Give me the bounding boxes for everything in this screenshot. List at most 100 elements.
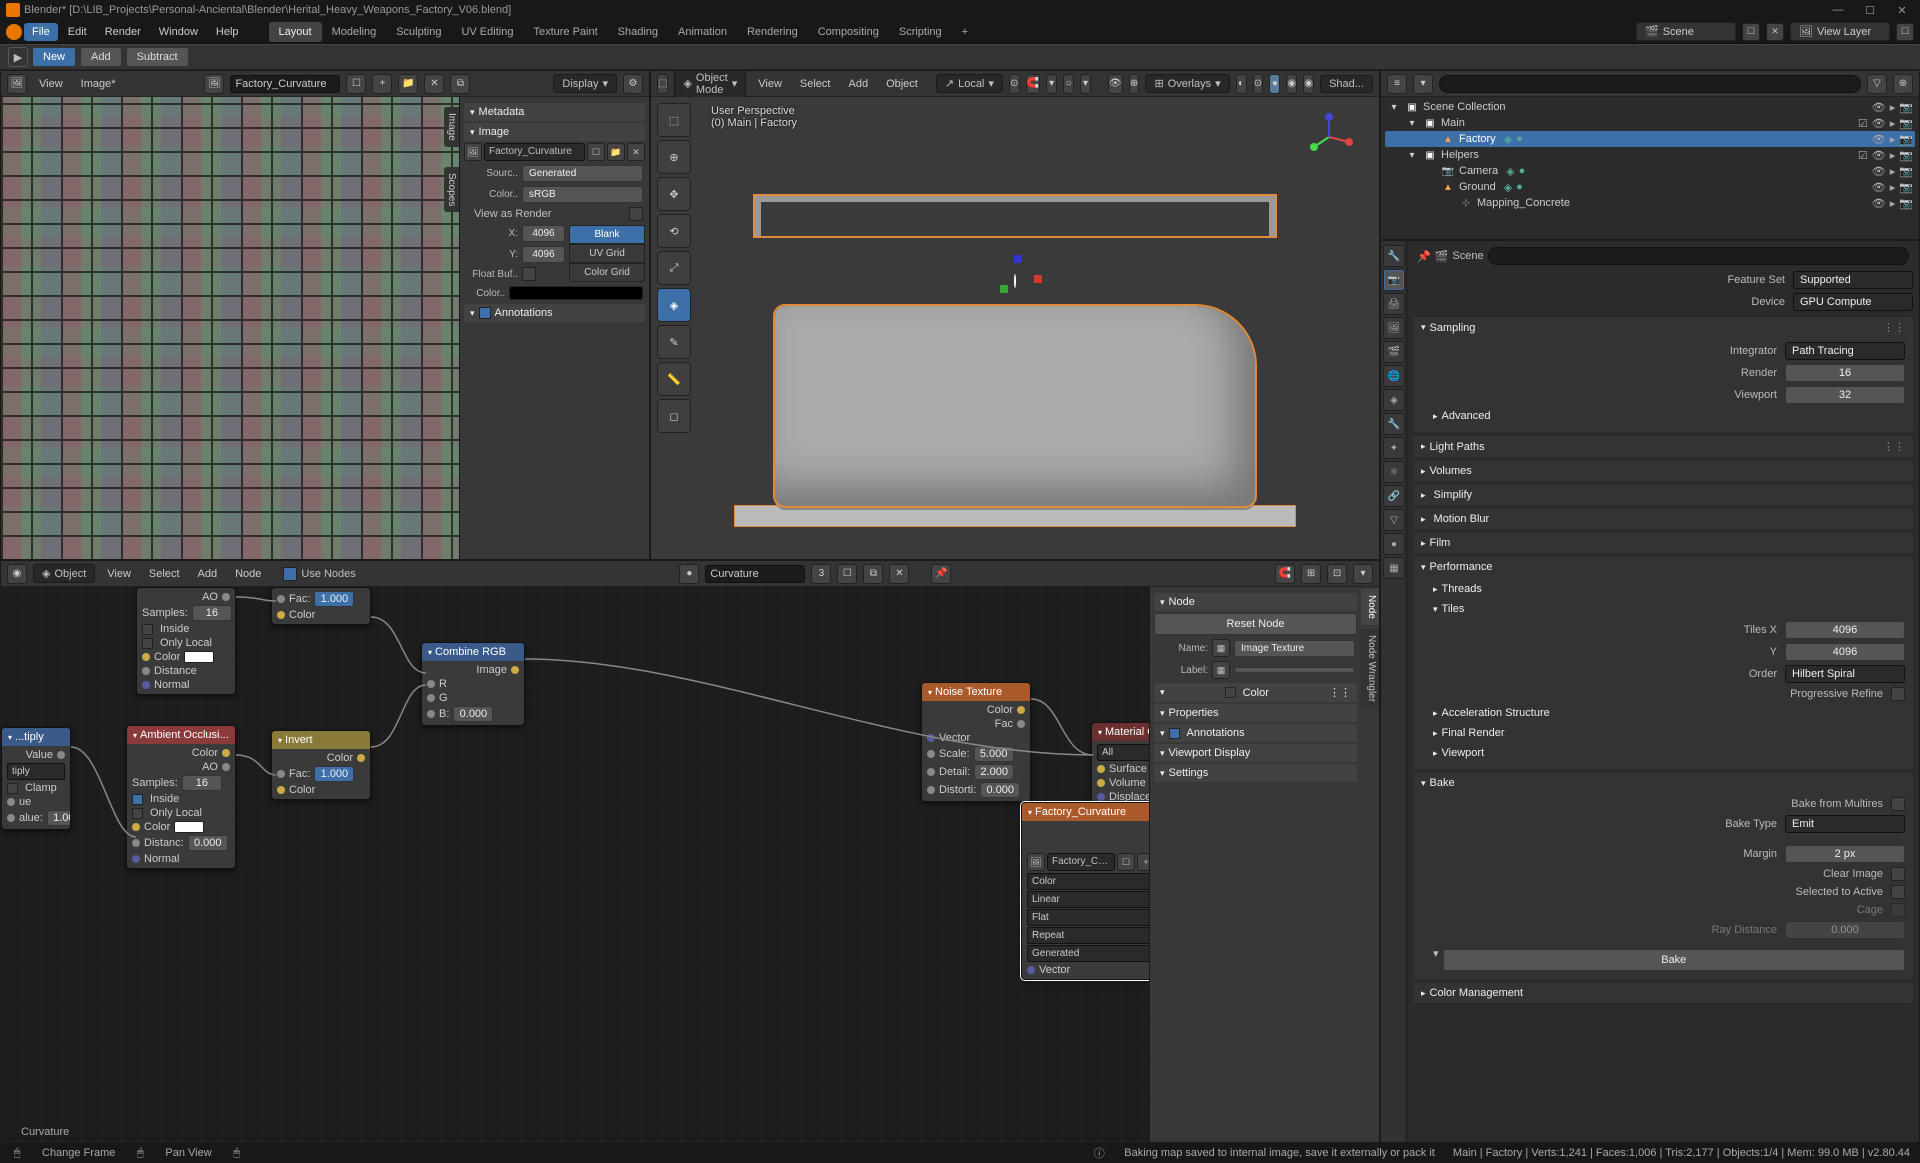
shade-wire-icon[interactable]: ⊙: [1253, 74, 1264, 94]
outliner-item-ground[interactable]: ▲Ground◈●👁▸📷: [1385, 179, 1915, 195]
ptab-object-icon[interactable]: ◈: [1383, 389, 1405, 411]
node-menu-add[interactable]: Add: [192, 566, 224, 582]
ray-distance-field[interactable]: 0.000: [1785, 921, 1905, 939]
menu-file[interactable]: File: [24, 23, 58, 41]
img-menu-view[interactable]: View: [33, 76, 69, 92]
node-options-icon[interactable]: ▾: [1353, 564, 1373, 584]
editor-type-node-icon[interactable]: ◉: [7, 564, 27, 584]
bool-subtract-button[interactable]: Subtract: [126, 47, 189, 67]
tab-animation[interactable]: Animation: [668, 22, 737, 42]
editor-type-icon[interactable]: 🖼: [7, 74, 27, 94]
vp-menu-select[interactable]: Select: [794, 76, 837, 92]
node-menu-view[interactable]: View: [101, 566, 137, 582]
image-open-icon[interactable]: 📁: [398, 74, 418, 94]
tool-rotate-icon[interactable]: ⟲: [657, 214, 691, 248]
properties-search[interactable]: [1488, 247, 1909, 265]
sect-performance[interactable]: Performance: [1413, 557, 1913, 577]
use-nodes-checkbox[interactable]: [283, 567, 297, 581]
render-visibility-icon[interactable]: 📷: [1899, 101, 1913, 114]
tool-annotate-icon[interactable]: ✎: [657, 325, 691, 359]
sect-simplify[interactable]: Simplify: [1413, 485, 1913, 505]
view-as-render-checkbox[interactable]: [629, 207, 643, 221]
outliner-item-factory[interactable]: ▲Factory◈●👁▸📷: [1385, 131, 1915, 147]
sect-bake[interactable]: Bake: [1413, 773, 1913, 793]
xray-icon[interactable]: ◐: [1236, 74, 1247, 94]
viewport-samples-field[interactable]: 32: [1785, 386, 1905, 404]
shading-dropdown[interactable]: Shad...: [1320, 75, 1373, 93]
sect-metadata[interactable]: Metadata: [464, 103, 645, 121]
selectable-icon[interactable]: ▸: [1890, 101, 1896, 114]
scene-new-button[interactable]: ☐: [1742, 23, 1760, 41]
render-visibility-icon[interactable]: 📷: [1899, 149, 1913, 162]
image-options-icon[interactable]: ⚙: [623, 74, 643, 94]
selectable-icon[interactable]: ▸: [1890, 165, 1896, 178]
tool-scale-icon[interactable]: ⤢: [657, 251, 691, 285]
prop-context-icon[interactable]: 🎬: [1435, 250, 1449, 263]
menu-window[interactable]: Window: [151, 23, 206, 41]
pin-icon[interactable]: 📌: [931, 564, 951, 584]
sect-film[interactable]: Film: [1413, 533, 1913, 553]
shade-rendered-icon[interactable]: ◉: [1303, 74, 1314, 94]
node-type-dropdown[interactable]: ◈Object: [33, 564, 95, 583]
gen-type-colorgrid[interactable]: Color Grid: [569, 263, 645, 282]
node-math-multiply[interactable]: ...tiply Value tiply Clamp ue alue:1.000: [1, 727, 71, 830]
sect-threads[interactable]: Threads: [1433, 579, 1905, 599]
bool-new-button[interactable]: New: [32, 47, 76, 67]
ptab-material-icon[interactable]: ●: [1383, 533, 1405, 555]
img-new-icon[interactable]: ☐: [587, 143, 605, 161]
side-properties[interactable]: Properties: [1154, 704, 1357, 722]
sect-advanced[interactable]: Advanced: [1433, 406, 1905, 426]
outliner-item-camera[interactable]: 📷Camera◈●👁▸📷: [1385, 163, 1915, 179]
vp-menu-object[interactable]: Object: [880, 76, 924, 92]
tool-cursor-icon[interactable]: ⊕: [657, 140, 691, 174]
viewlayer-new-button[interactable]: ☐: [1896, 23, 1914, 41]
minimize-button[interactable]: —: [1826, 4, 1850, 17]
selectable-icon[interactable]: ▸: [1890, 133, 1896, 146]
outliner-new-collection-icon[interactable]: ⊕: [1893, 74, 1913, 94]
ptab-tool-icon[interactable]: 🔧: [1383, 245, 1405, 267]
tab-rendering[interactable]: Rendering: [737, 22, 808, 42]
gen-y-field[interactable]: 4096: [522, 246, 565, 263]
sect-color-mgmt[interactable]: Color Management: [1413, 983, 1913, 1003]
sect-motion-blur[interactable]: Motion Blur: [1413, 509, 1913, 529]
image-name-field[interactable]: [230, 75, 340, 93]
editor-type-outliner-icon[interactable]: ≡: [1387, 74, 1407, 94]
scene-selector[interactable]: 🎬Scene: [1636, 22, 1736, 41]
image-canvas[interactable]: Image Scopes Metadata Image 🖼 Factory_Cu…: [1, 97, 649, 559]
image-users-icon[interactable]: ☐: [346, 74, 366, 94]
ptab-world-icon[interactable]: 🌐: [1383, 365, 1405, 387]
gen-x-field[interactable]: 4096: [522, 225, 565, 242]
tiles-x-field[interactable]: 4096: [1785, 621, 1905, 639]
sect-image[interactable]: Image: [464, 123, 645, 141]
visibility-eye-icon[interactable]: 👁: [1872, 197, 1886, 210]
bake-dropdown-icon[interactable]: ▾: [1433, 947, 1439, 973]
menu-edit[interactable]: Edit: [60, 23, 95, 41]
sect-tiles[interactable]: Tiles: [1433, 599, 1905, 619]
render-visibility-icon[interactable]: 📷: [1899, 181, 1913, 194]
proportional-icon[interactable]: ○: [1063, 74, 1074, 94]
img-open2-icon[interactable]: 📁: [607, 143, 625, 161]
sect-perf-viewport[interactable]: Viewport: [1433, 743, 1905, 763]
ptab-modifier-icon[interactable]: 🔧: [1383, 413, 1405, 435]
snap-node-type-icon[interactable]: ⊞: [1301, 564, 1321, 584]
outliner-item-mapping_concrete[interactable]: ⊹Mapping_Concrete👁▸📷: [1385, 195, 1915, 211]
image-browse-icon[interactable]: 🖼: [204, 74, 224, 94]
mode-dropdown[interactable]: ◈Object Mode▾: [674, 70, 746, 99]
maximize-button[interactable]: ☐: [1858, 4, 1882, 17]
tool-select-icon[interactable]: ⬚: [657, 103, 691, 137]
display-dropdown[interactable]: Display▾: [553, 74, 617, 93]
material-icon[interactable]: ●: [1519, 165, 1526, 177]
ptab-constraint-icon[interactable]: 🔗: [1383, 485, 1405, 507]
selectable-icon[interactable]: ▸: [1890, 197, 1896, 210]
sect-accel[interactable]: Acceleration Structure: [1433, 703, 1905, 723]
gizmo-toggle-icon[interactable]: ⊕: [1129, 74, 1140, 94]
tab-compositing[interactable]: Compositing: [808, 22, 889, 42]
render-samples-field[interactable]: 16: [1785, 364, 1905, 382]
shade-matprev-icon[interactable]: ◉: [1286, 74, 1297, 94]
outliner-item-main[interactable]: ▾▣Main☑👁▸📷: [1385, 115, 1915, 131]
tab-layout[interactable]: Layout: [269, 22, 322, 42]
disclosure-icon[interactable]: ▾: [1387, 100, 1401, 114]
tab-add[interactable]: +: [952, 22, 978, 42]
menu-render[interactable]: Render: [97, 23, 149, 41]
vp-menu-add[interactable]: Add: [842, 76, 874, 92]
